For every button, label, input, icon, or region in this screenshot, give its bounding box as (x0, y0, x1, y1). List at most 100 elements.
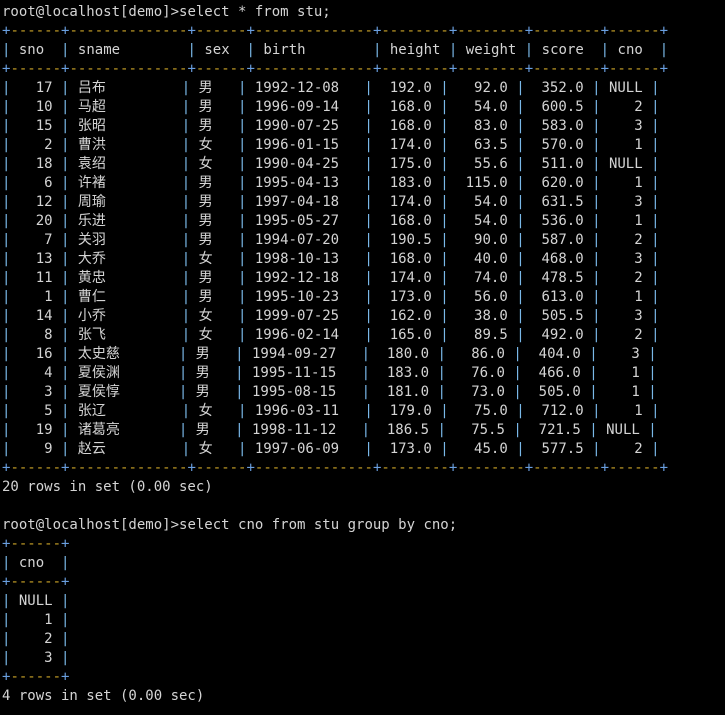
text-run (106, 308, 182, 324)
text-run: sname (77, 42, 121, 58)
table-rule-mid-q2: +------+ (2, 574, 70, 590)
text-run (373, 232, 390, 248)
text-run: 466.0 (538, 365, 581, 381)
text-run (53, 441, 61, 457)
text-run (449, 232, 474, 248)
text-run (69, 118, 77, 134)
text-run (69, 384, 77, 400)
text-run (69, 403, 77, 419)
text-run (522, 346, 539, 362)
text-run (643, 251, 651, 267)
text-run (69, 99, 77, 115)
text-run: 11 (35, 270, 53, 286)
text-run: 478.5 (541, 270, 584, 286)
text-run: 曹洪 (77, 137, 106, 153)
text-run: 女 (198, 308, 213, 324)
command-line-q1[interactable]: root@localhost[demo]>select * from stu; (2, 3, 725, 22)
text-run (190, 403, 198, 419)
text-run: 168.0 (389, 99, 432, 115)
text-run: 女 (198, 327, 213, 343)
text-run: 许褚 (77, 175, 106, 191)
text-run (525, 213, 542, 229)
text-run (53, 270, 61, 286)
text-run (120, 42, 187, 58)
text-run: 8 (44, 327, 53, 343)
table-row: | 8 | 张飞 | 女 | 1996-02-14 | 165.0 | 89.5… (2, 327, 660, 343)
table-row: | 15 | 张昭 | 男 | 1990-07-25 | 168.0 | 83.… (2, 118, 660, 134)
text-run (246, 80, 254, 96)
text-run: 115.0 (465, 175, 508, 191)
text-run: 721.5 (538, 422, 581, 438)
text-run: 1995-08-15 (251, 384, 337, 400)
text-run (213, 99, 238, 115)
text-run: 1992-12-08 (254, 80, 340, 96)
text-run: NULL (608, 156, 643, 172)
text-run: 175.0 (389, 156, 432, 172)
text-run: 19 (35, 422, 53, 438)
text-run (339, 80, 364, 96)
text-run: 86.0 (471, 346, 505, 362)
text-run (120, 384, 179, 400)
text-run (69, 194, 77, 210)
text-run (584, 441, 592, 457)
text-run (190, 137, 198, 153)
text-run: sno (18, 42, 45, 58)
text-run (373, 327, 390, 343)
text-run (69, 365, 77, 381)
text-run: 1 (631, 384, 640, 400)
text-run (106, 175, 182, 191)
table-rule-bottom-q1: +------+--------------+------+----------… (2, 460, 669, 476)
text-run (44, 555, 61, 571)
text-run (373, 403, 390, 419)
text-run (69, 270, 77, 286)
text-run (336, 422, 361, 438)
text-run (584, 118, 592, 134)
text-run (598, 384, 632, 400)
text-run (53, 422, 61, 438)
terminal-output: root@localhost[demo]>select * from stu; +… (0, 0, 725, 706)
text-run: 曹仁 (77, 289, 106, 305)
text-run (643, 232, 651, 248)
text-run (601, 137, 635, 153)
text-run (106, 403, 182, 419)
text-run (339, 213, 364, 229)
text-run (69, 441, 77, 457)
text-run: 505.5 (541, 308, 584, 324)
text-run: 577.5 (541, 441, 584, 457)
text-run (10, 194, 35, 210)
command-line-q2[interactable]: root@localhost[demo]>select cno from stu… (2, 516, 725, 535)
text-run (525, 99, 542, 115)
text-run (601, 289, 635, 305)
text-run (10, 441, 44, 457)
text-run: 10 (35, 99, 53, 115)
table-row: | 3 | (2, 650, 70, 666)
text-run (106, 213, 182, 229)
text-run: NULL (18, 593, 53, 609)
text-run (643, 327, 651, 343)
text-run (598, 422, 606, 438)
text-run (449, 156, 474, 172)
text-run (373, 137, 390, 153)
text-run (598, 365, 632, 381)
text-run: 男 (195, 384, 210, 400)
table-row: | 12 | 周瑜 | 男 | 1997-04-18 | 174.0 | 54.… (2, 194, 660, 210)
text-run (10, 213, 35, 229)
text-run (246, 194, 254, 210)
text-run: 168.0 (389, 118, 432, 134)
text-run (120, 346, 179, 362)
table-header-row-q1: | sno | sname | sex | birth | height | w… (2, 42, 669, 58)
text-run (53, 137, 61, 153)
text-run (44, 42, 61, 58)
text-run: 14 (35, 308, 53, 324)
text-run: 54.0 (474, 194, 508, 210)
table-row: | 17 | 吕布 | 男 | 1992-12-08 | 192.0 | 92.… (2, 80, 660, 96)
text-run: 54.0 (474, 99, 508, 115)
text-run (609, 42, 617, 58)
table-header-row-q2: | cno | (2, 555, 70, 571)
table-rule-mid-q1: +------+--------------+------+----------… (2, 61, 669, 77)
text-run: 15 (35, 118, 53, 134)
text-run: 2 (634, 232, 643, 248)
text-run (106, 232, 182, 248)
text-run (336, 384, 361, 400)
text-run: 75.5 (471, 422, 505, 438)
